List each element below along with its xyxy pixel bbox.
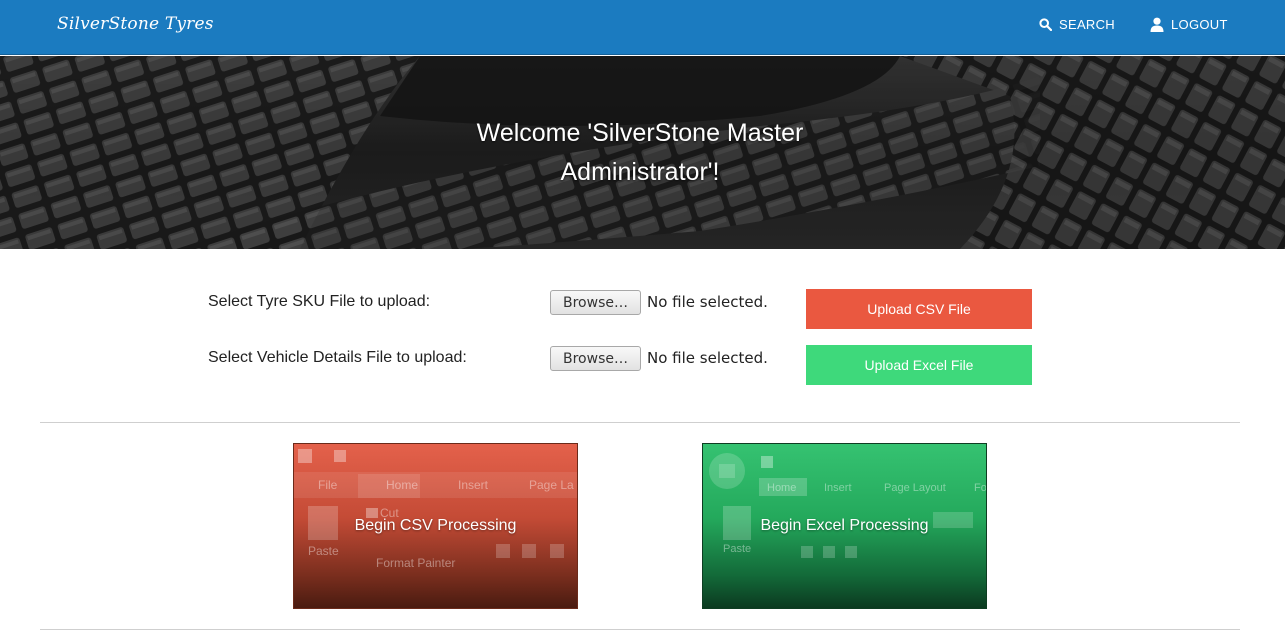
begin-csv-processing-tile[interactable]: File Home Insert Page La Cut Paste Forma… [293,443,578,609]
tyre-sku-upload-label: Select Tyre SKU File to upload: [208,293,431,310]
csv-ribbon-tab-file: File [318,478,338,492]
begin-csv-processing-label: Begin CSV Processing [354,517,517,534]
vehicle-details-file-status: No file selected. [647,349,768,367]
begin-excel-processing-label: Begin Excel Processing [760,517,929,534]
welcome-heading-line1: Welcome 'SilverStone Master [476,119,804,147]
excel-ribbon-paste: Paste [723,543,751,555]
search-icon [1039,17,1052,31]
csv-ribbon-paste: Paste [308,544,339,558]
brand-logo[interactable]: SilverStone Tyres [57,14,214,34]
upload-csv-button[interactable]: Upload CSV File [806,289,1032,329]
hero-banner: Welcome 'SilverStone Master Administrato… [0,56,1285,249]
tyre-sku-browse-button[interactable]: Browse… [550,290,641,315]
bottom-divider [40,629,1240,630]
vehicle-details-browse-button[interactable]: Browse… [550,346,641,371]
csv-ribbon-format-painter: Format Painter [376,556,455,570]
excel-ribbon-tab-formulas: Fo [974,482,987,494]
logout-link[interactable]: LOGOUT [1150,15,1228,33]
search-link[interactable]: SEARCH [1039,15,1115,33]
excel-ribbon-tab-insert: Insert [824,482,852,494]
tyre-sku-file-status: No file selected. [647,293,768,311]
section-divider [40,422,1240,423]
vehicle-details-upload-label: Select Vehicle Details File to upload: [208,349,467,366]
csv-ribbon-tab-insert: Insert [458,478,489,492]
begin-excel-processing-tile[interactable]: Home Insert Page Layout Fo Paste Begin E… [702,443,987,609]
excel-ribbon-tab-page-layout: Page Layout [884,482,946,494]
top-navbar: SilverStone Tyres SEARCH LOGOUT [0,0,1285,55]
upload-excel-button[interactable]: Upload Excel File [806,345,1032,385]
csv-ribbon-tab-home: Home [386,478,418,492]
welcome-heading-line2: Administrator'! [560,158,720,186]
excel-ribbon-tab-home: Home [767,482,796,494]
logout-link-label: LOGOUT [1171,16,1228,32]
user-icon [1150,17,1164,32]
welcome-heading: Welcome 'SilverStone Master Administrato… [440,114,840,192]
csv-ribbon-tab-page-layout: Page La [529,478,574,492]
search-link-label: SEARCH [1059,16,1115,32]
